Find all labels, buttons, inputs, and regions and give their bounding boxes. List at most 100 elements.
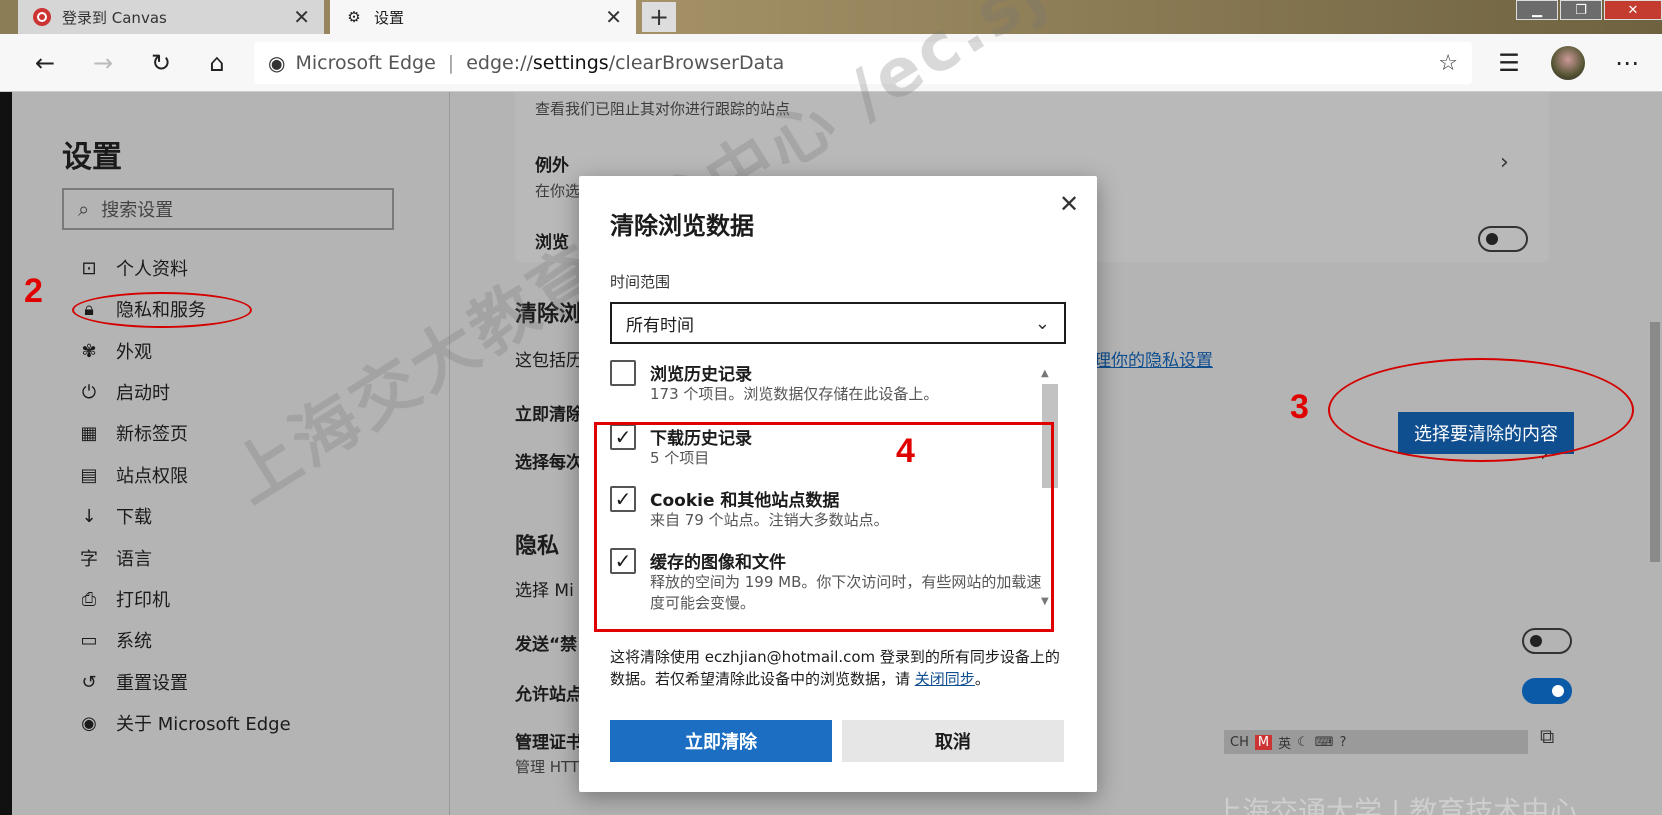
dialog-title: 清除浏览数据 [610, 212, 754, 240]
annotation-number: 2 [24, 272, 43, 310]
close-icon[interactable]: ✕ [1055, 190, 1083, 218]
address-separator: | [447, 52, 455, 74]
send-dnt-toggle[interactable] [1522, 628, 1572, 654]
tab-title: 设置 [374, 8, 405, 27]
chevron-right-icon[interactable]: › [1500, 150, 1509, 175]
grid-icon: ▦ [80, 422, 98, 444]
annotation-number: 3 [1290, 388, 1309, 426]
clear-now-label: 立即清除 [515, 405, 583, 425]
annotation-oval [72, 292, 252, 328]
search-placeholder: 搜索设置 [101, 200, 174, 221]
sidebar-item-printers[interactable]: ⎙ 打印机 [78, 583, 170, 615]
sidebar-item-label: 外观 [116, 342, 152, 363]
search-icon: ⌕ [78, 197, 90, 221]
allow-sites-label: 允许站点 [515, 685, 583, 705]
window-controls: ▁ ❐ ✕ [1516, 0, 1662, 20]
palette-icon: ✾ [81, 340, 97, 362]
time-range-select[interactable]: 所有时间 ⌄ [610, 302, 1066, 344]
item-label: 浏览历史记录 [650, 365, 752, 385]
sidebar-item-profile[interactable]: ⊡ 个人资料 [78, 252, 188, 284]
ime-lang: CH [1230, 734, 1249, 750]
sidebar-item-label: 下载 [116, 507, 152, 528]
sidebar-item-downloads[interactable]: ↓ 下载 [78, 500, 152, 532]
sidebar-item-languages[interactable]: 字语言 [78, 542, 152, 574]
privacy-subtitle: 选择 Mi [515, 581, 574, 601]
privacy-settings-link[interactable]: 理你的隐私设置 [1094, 346, 1213, 371]
download-icon: ↓ [81, 505, 97, 527]
sidebar-item-reset[interactable]: ↺ 重置设置 [78, 666, 188, 698]
sidebar-item-site-permissions[interactable]: ▤ 站点权限 [78, 459, 188, 491]
sidebar-item-startup[interactable]: ⏻ 启动时 [78, 376, 170, 408]
tab-settings[interactable]: ⚙ 设置 ✕ [330, 0, 636, 34]
sidebar-item-appearance[interactable]: ✾ 外观 [78, 335, 152, 367]
more-menu-icon[interactable]: ⋯ [1608, 44, 1646, 82]
gear-icon: ⚙ [347, 8, 361, 26]
minimize-button[interactable]: ▁ [1516, 0, 1558, 20]
maximize-button[interactable]: ❐ [1560, 0, 1602, 20]
allow-sites-toggle[interactable] [1522, 678, 1572, 704]
reset-icon: ↺ [81, 671, 97, 693]
browsing-history-checkbox[interactable] [610, 360, 636, 386]
sidebar-item-label: 个人资料 [116, 259, 188, 280]
ime-logo-icon: M [1254, 734, 1273, 750]
browser-name: Microsoft Edge [295, 52, 436, 74]
page-title: 设置 [62, 140, 122, 175]
laptop-icon: ▭ [80, 629, 98, 651]
send-dnt-label: 发送“禁 [515, 635, 578, 655]
profile-icon: ⊡ [81, 257, 97, 279]
back-icon[interactable]: ← [26, 44, 64, 82]
exceptions-title: 例外 [535, 156, 569, 176]
search-input[interactable]: ⌕ 搜索设置 [62, 188, 394, 230]
choose-each-label: 选择每次 [515, 453, 583, 473]
sidebar-item-label: 系统 [116, 631, 152, 652]
external-link-icon[interactable]: ⧉ [1540, 724, 1554, 748]
ime-mode: 英 [1278, 736, 1292, 752]
sidebar-item-system[interactable]: ▭ 系统 [78, 624, 152, 656]
new-tab-button[interactable]: + [642, 2, 676, 32]
ime-toolbar[interactable]: CH M 英 ☾ ⌨ ? [1224, 730, 1528, 754]
home-icon[interactable]: ⌂ [198, 44, 236, 82]
annotation-box [594, 422, 1054, 632]
url-text: edge://settings/clearBrowserData [466, 52, 785, 74]
browse-toggle[interactable] [1478, 226, 1528, 252]
sidebar-item-label: 打印机 [116, 590, 170, 611]
sidebar-item-about[interactable]: ◉ 关于 Microsoft Edge [78, 707, 291, 739]
sidebar-item-label: 新标签页 [116, 424, 188, 445]
turn-off-sync-link[interactable]: 关闭同步 [915, 670, 975, 688]
edge-logo-icon: ◉ [268, 51, 286, 75]
help-icon: ? [1339, 734, 1347, 750]
tab-canvas-login[interactable]: 登录到 Canvas ✕ [18, 0, 324, 34]
favorites-icon[interactable]: ☰ [1490, 44, 1528, 82]
keyboard-icon: ⌨ [1314, 734, 1334, 750]
sidebar-item-newtab[interactable]: ▦ 新标签页 [78, 417, 188, 449]
watermark-footer: 上海交通大学 | 教育技术中心 [1214, 795, 1578, 815]
cancel-button[interactable]: 取消 [842, 720, 1064, 762]
sidebar-item-label: 重置设置 [116, 673, 188, 694]
scroll-up-icon[interactable]: ▲ [1041, 368, 1049, 379]
favorite-star-icon[interactable]: ☆ [1438, 51, 1458, 76]
time-range-label: 时间范围 [610, 273, 671, 291]
item-desc: 173 个项目。浏览数据仅存储在此设备上。 [650, 385, 939, 403]
clear-now-button[interactable]: 立即清除 [610, 720, 832, 762]
sync-note: 这将清除使用 eczhjian@hotmail.com 登录到的所有同步设备上的… [610, 648, 1060, 688]
annotation-number: 4 [896, 432, 915, 470]
manage-certs-label: 管理证书 [515, 733, 583, 753]
close-window-button[interactable]: ✕ [1604, 0, 1662, 20]
page-scrollbar[interactable] [1648, 92, 1662, 815]
close-tab-icon[interactable]: ✕ [605, 5, 622, 29]
language-icon: 字 [80, 549, 98, 570]
avatar[interactable] [1551, 46, 1585, 80]
sidebar-item-label: 站点权限 [116, 466, 188, 487]
site-permissions-icon: ▤ [80, 464, 98, 486]
sidebar-item-label: 语言 [116, 549, 152, 570]
forward-icon[interactable]: → [84, 44, 122, 82]
close-tab-icon[interactable]: ✕ [293, 5, 310, 29]
printer-icon: ⎙ [81, 588, 97, 610]
annotation-oval [1328, 358, 1634, 462]
canvas-logo-icon [32, 7, 52, 27]
privacy-heading: 隐私 [515, 534, 560, 559]
edge-logo-icon: ◉ [81, 712, 97, 734]
window-edge [0, 92, 12, 815]
refresh-icon[interactable]: ↻ [142, 44, 180, 82]
tab-title: 登录到 Canvas [62, 8, 167, 27]
